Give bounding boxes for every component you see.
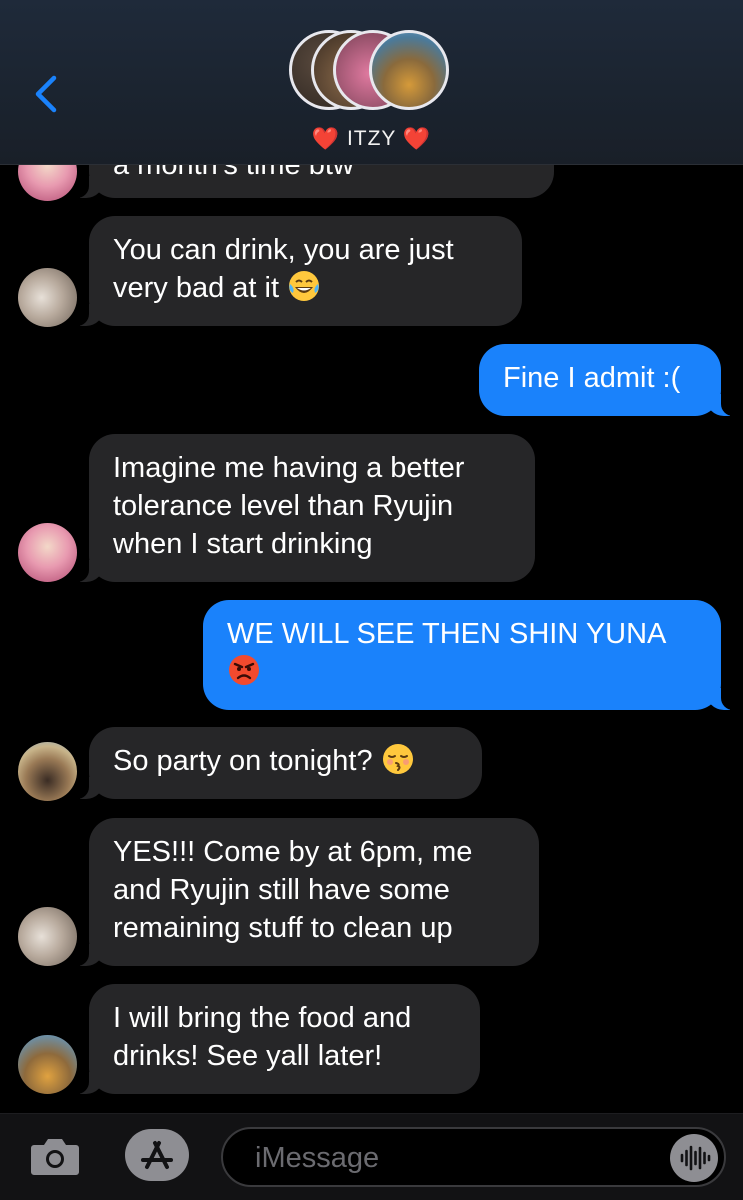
message-text: and Ryujin still have some [113,874,450,906]
group-name-label: ITZY [346,127,397,150]
heart-icon: ❤️ [311,126,341,151]
imessage-field[interactable] [221,1127,726,1187]
kissing-face-emoji-icon [382,744,413,774]
message-bubble-incoming[interactable]: YES!!! Come by at 6pm, me and Ryujin sti… [67,818,539,966]
heart-icon: ❤️ [402,126,432,151]
message-text: Imagine me having a better [113,452,465,484]
waveform-icon [680,1145,711,1171]
avatar[interactable] [18,1035,77,1094]
imessage-input[interactable] [253,1129,657,1187]
angry-face-emoji-icon [229,655,259,685]
group-title[interactable]: ❤️ ITZY ❤️ [0,126,743,152]
message-bubble-outgoing[interactable]: WE WILL SEE THEN SHIN YUNA [203,600,743,710]
group-avatar-stack[interactable] [289,30,455,114]
app-store-button[interactable] [125,1129,189,1181]
message-bubble-outgoing[interactable]: Fine I admit :( [479,344,743,416]
message-text: I will bring the food and [113,1002,412,1034]
message-input-bar [0,1113,743,1200]
avatar[interactable] [18,742,77,801]
chevron-left-icon[interactable] [30,72,64,116]
avatar[interactable] [18,523,77,582]
camera-icon[interactable] [30,1133,80,1177]
message-text: when I start drinking [113,528,373,560]
message-bubble-incoming[interactable]: Imagine me having a better tolerance lev… [67,434,535,582]
message-text: very bad at it [113,272,280,304]
message-text: WE WILL SEE THEN SHIN YUNA [227,618,667,650]
message-text: remaining stuff to clean up [113,912,453,944]
message-text: So party on tonight? [113,745,373,777]
avatar[interactable] [18,907,77,966]
message-bubble-incoming[interactable]: You can drink, you are just very bad at … [67,216,522,326]
message-text: Fine I admit :( [503,362,681,394]
avatar[interactable] [18,268,77,327]
audio-record-button[interactable] [670,1134,718,1182]
group-member-avatar [369,30,449,110]
message-text: tolerance level than Ryujin [113,490,454,522]
message-bubble-incoming[interactable]: I will bring the food and drinks! See ya… [67,984,480,1094]
tears-of-joy-emoji-icon [289,271,320,301]
message-text: You can drink, you are just [113,234,454,266]
app-store-icon [141,1141,173,1169]
message-text: drinks! See yall later! [113,1040,383,1072]
message-text: YES!!! Come by at 6pm, me [113,836,473,868]
message-bubble-incoming[interactable]: So party on tonight? [67,727,482,799]
conversation-header: ❤️ ITZY ❤️ [0,0,743,165]
